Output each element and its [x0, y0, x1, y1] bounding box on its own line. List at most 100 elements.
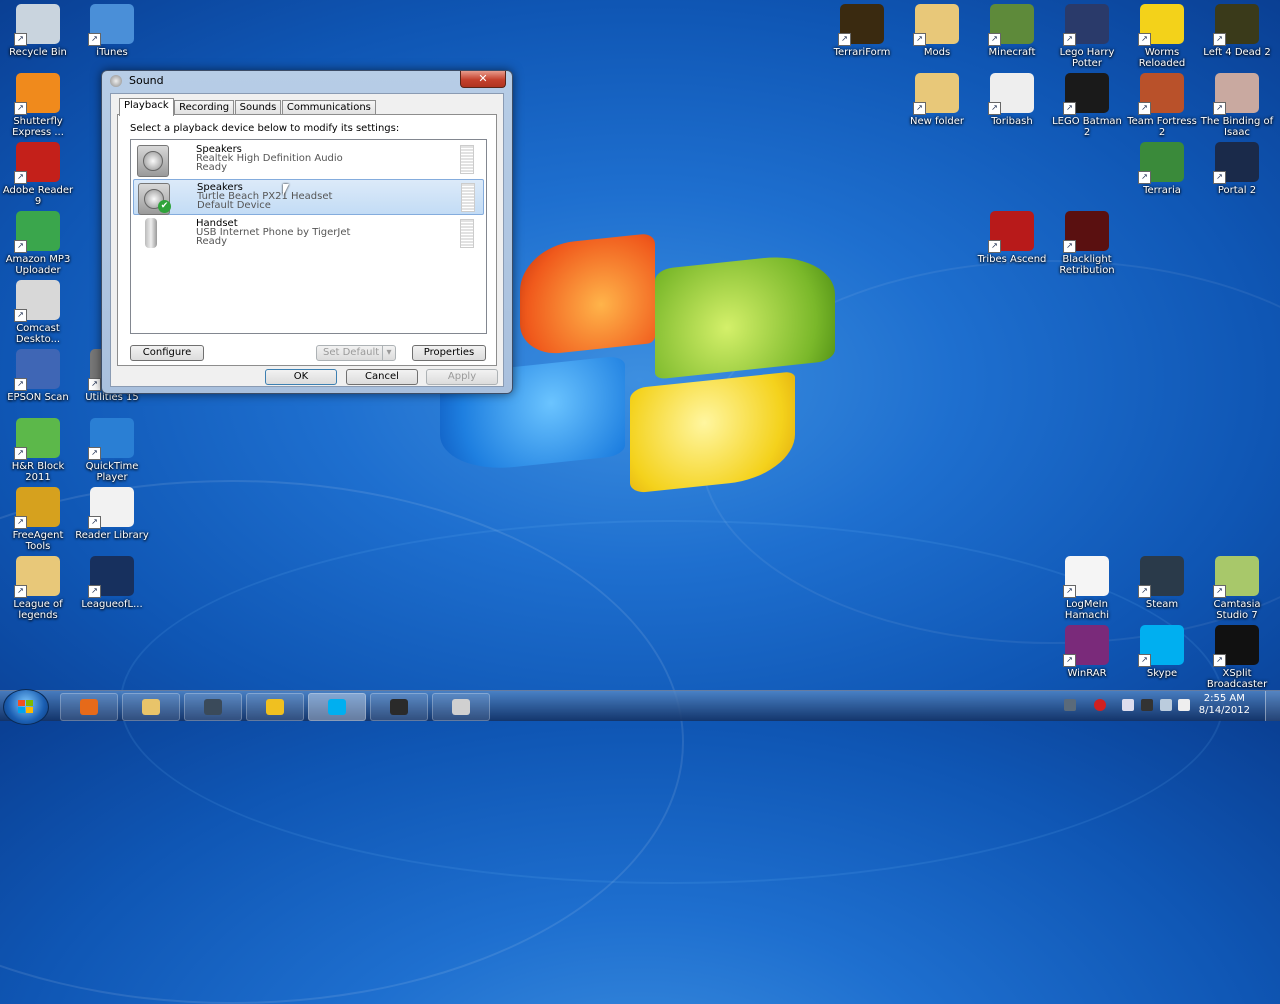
shortcut-arrow-icon: ↗: [14, 240, 27, 253]
desktop-icon-lego-harry-potter[interactable]: ↗ Lego Harry Potter: [1049, 4, 1125, 69]
configure-button[interactable]: Configure: [130, 345, 204, 361]
speaker-icon: [110, 75, 122, 87]
shortcut-arrow-icon: ↗: [988, 102, 1001, 115]
desktop-icon-label: Recycle Bin: [9, 47, 67, 58]
desktop-icon-terrariform[interactable]: ↗ TerrariForm: [824, 4, 900, 58]
shortcut-arrow-icon: ↗: [88, 447, 101, 460]
shortcut-arrow-icon: ↗: [1138, 585, 1151, 598]
close-button[interactable]: ✕: [460, 71, 506, 88]
taskbar: 2:55 AM 8/14/2012: [0, 689, 1280, 725]
dialog-titlebar[interactable]: Sound ✕: [102, 71, 512, 91]
ok-button[interactable]: OK: [265, 369, 337, 385]
instruction-text: Select a playback device below to modify…: [130, 123, 400, 134]
comcast-deskto-icon: ↗: [14, 280, 60, 322]
taskbar-button-camera[interactable]: [370, 693, 428, 721]
desktop-icon-terraria[interactable]: ↗ Terraria: [1124, 142, 1200, 196]
tray-app-icon[interactable]: [1094, 699, 1106, 711]
volume-icon[interactable]: [1178, 699, 1190, 711]
desktop-icon-logmein-hamachi[interactable]: ↗ LogMeIn Hamachi: [1049, 556, 1125, 621]
desktop-icon-itunes[interactable]: ↗ iTunes: [74, 4, 150, 58]
desktop-icon-h-r-block-2011[interactable]: ↗ H&R Block 2011: [0, 418, 76, 483]
device-item-realtek-speakers[interactable]: Speakers Realtek High Definition Audio R…: [133, 142, 482, 177]
speaker-icon: [137, 145, 169, 177]
desktop-icon-mods[interactable]: ↗ Mods: [899, 4, 975, 58]
camtasia-studio-7-icon: ↗: [1213, 556, 1259, 598]
desktop-icon-minecraft[interactable]: ↗ Minecraft: [974, 4, 1050, 58]
properties-button[interactable]: Properties: [412, 345, 486, 361]
shortcut-arrow-icon: ↗: [14, 585, 27, 598]
h-r-block-2011-icon: ↗: [14, 418, 60, 460]
shortcut-arrow-icon: ↗: [14, 33, 27, 46]
taskbar-button-sound[interactable]: [432, 693, 490, 721]
desktop-icon-label: Skype: [1146, 668, 1178, 679]
shortcut-arrow-icon: ↗: [1213, 33, 1226, 46]
desktop-icon-worms-reloaded[interactable]: ↗ Worms Reloaded: [1124, 4, 1200, 69]
mods-icon: ↗: [913, 4, 959, 46]
desktop-icon-xsplit-broadcaster[interactable]: ↗ XSplit Broadcaster: [1199, 625, 1275, 690]
lego-batman-2-icon: ↗: [1063, 73, 1109, 115]
taskbar-button-winamp[interactable]: [246, 693, 304, 721]
desktop-icon-lego-batman-2[interactable]: ↗ LEGO Batman 2: [1049, 73, 1125, 138]
desktop-icon-adobe-reader-9[interactable]: ↗ Adobe Reader 9: [0, 142, 76, 207]
tab-strip: Playback Recording Sounds Communications: [119, 98, 376, 116]
desktop-icon-skype[interactable]: ↗ Skype: [1124, 625, 1200, 679]
tray-arrow-icon[interactable]: [1064, 699, 1076, 711]
cancel-button[interactable]: Cancel: [346, 369, 418, 385]
amazon-mp3-uploader-icon: ↗: [14, 211, 60, 253]
action-center-flag-icon[interactable]: [1122, 699, 1134, 711]
steam-icon: [204, 699, 222, 715]
desktop-icon-recycle-bin[interactable]: ↗ Recycle Bin: [0, 4, 76, 58]
desktop-icon-freeagent-tools[interactable]: ↗ FreeAgent Tools: [0, 487, 76, 552]
desktop-icon-epson-scan[interactable]: ↗ EPSON Scan: [0, 349, 76, 403]
device-item-handset[interactable]: Handset USB Internet Phone by TigerJet R…: [133, 216, 482, 250]
device-item-turtle-beach-speakers[interactable]: ✔ Speakers Turtle Beach PX21 Headset Def…: [133, 179, 484, 215]
taskbar-button-firefox[interactable]: [60, 693, 118, 721]
desktop-icon-label: H&R Block 2011: [11, 461, 65, 483]
shortcut-arrow-icon: ↗: [913, 33, 926, 46]
desktop-icon-label: Left 4 Dead 2: [1203, 47, 1271, 58]
desktop-icon-label: Comcast Deskto...: [15, 323, 61, 345]
desktop-icon-left-4-dead-2[interactable]: ↗ Left 4 Dead 2: [1199, 4, 1275, 58]
desktop-icon-camtasia-studio-7[interactable]: ↗ Camtasia Studio 7: [1199, 556, 1275, 621]
desktop-icon-shutterfly-express[interactable]: ↗ Shutterfly Express ...: [0, 73, 76, 138]
desktop-icon-label: Minecraft: [988, 47, 1036, 58]
steam-tray-icon[interactable]: [1141, 699, 1153, 711]
system-clock[interactable]: 2:55 AM 8/14/2012: [1199, 693, 1250, 717]
desktop-icon-team-fortress-2[interactable]: ↗ Team Fortress 2: [1124, 73, 1200, 138]
apply-button[interactable]: Apply: [426, 369, 498, 385]
desktop-icon-tribes-ascend[interactable]: ↗ Tribes Ascend: [974, 211, 1050, 265]
desktop-icon-winrar[interactable]: ↗ WinRAR: [1049, 625, 1125, 679]
desktop-icon-league-of-legends[interactable]: ↗ League of legends: [0, 556, 76, 621]
shortcut-arrow-icon: ↗: [1213, 171, 1226, 184]
desktop-icon-label: LeagueofL...: [81, 599, 143, 610]
desktop-icon-new-folder[interactable]: ↗ New folder: [899, 73, 975, 127]
desktop-icon-the-binding-of-isaac[interactable]: ↗ The Binding of Isaac: [1199, 73, 1275, 138]
desktop-icon-toribash[interactable]: ↗ Toribash: [974, 73, 1050, 127]
device-status: Ready: [196, 236, 228, 247]
set-default-button[interactable]: Set Default ▾: [316, 345, 396, 361]
tab-playback[interactable]: Playback: [119, 98, 174, 116]
playback-panel: Select a playback device below to modify…: [117, 114, 497, 366]
desktop-icon-amazon-mp3-uploader[interactable]: ↗ Amazon MP3 Uploader: [0, 211, 76, 276]
desktop-icon-comcast-deskto[interactable]: ↗ Comcast Deskto...: [0, 280, 76, 345]
taskbar-button-explorer[interactable]: [122, 693, 180, 721]
device-list[interactable]: Speakers Realtek High Definition Audio R…: [130, 139, 487, 334]
desktop-icon-blacklight-retribution[interactable]: ↗ Blacklight Retribution: [1049, 211, 1125, 276]
desktop-icon-leagueofl[interactable]: ↗ LeagueofL...: [74, 556, 150, 610]
desktop-icon-reader-library[interactable]: ↗ Reader Library: [74, 487, 150, 541]
shortcut-arrow-icon: ↗: [1063, 240, 1076, 253]
desktop-icon-steam[interactable]: ↗ Steam: [1124, 556, 1200, 610]
network-icon[interactable]: [1160, 699, 1172, 711]
adobe-reader-9-icon: ↗: [14, 142, 60, 184]
desktop-icon-portal-2[interactable]: ↗ Portal 2: [1199, 142, 1275, 196]
shortcut-arrow-icon: ↗: [913, 102, 926, 115]
show-desktop-button[interactable]: [1265, 691, 1280, 721]
new-folder-icon: ↗: [913, 73, 959, 115]
taskbar-button-skype[interactable]: [308, 693, 366, 721]
shortcut-arrow-icon: ↗: [1063, 585, 1076, 598]
desktop-icon-quicktime-player[interactable]: ↗ QuickTime Player: [74, 418, 150, 483]
dialog-title: Sound: [129, 74, 164, 87]
shortcut-arrow-icon: ↗: [1213, 585, 1226, 598]
chevron-down-icon[interactable]: ▾: [382, 346, 395, 360]
taskbar-button-steam[interactable]: [184, 693, 242, 721]
